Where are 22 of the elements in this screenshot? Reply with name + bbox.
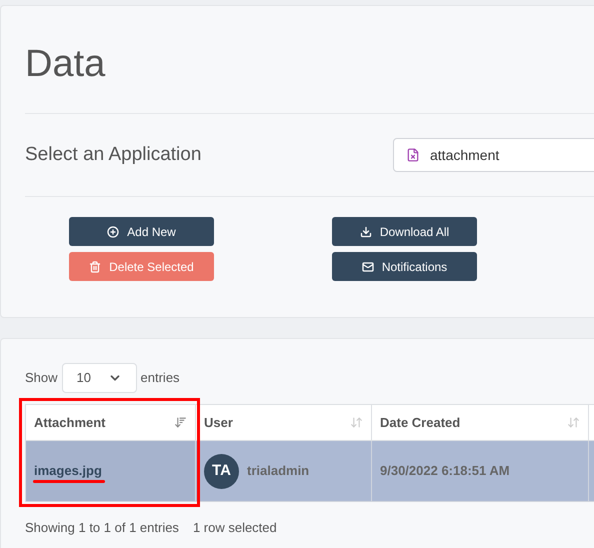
file-icon (406, 148, 420, 162)
show-label: Show (25, 369, 58, 388)
table-row[interactable]: images.jpg TA trialadmin 9/30/2022 6:18:51 AM (25, 441, 594, 502)
page-length-select[interactable]: 10 (62, 363, 137, 393)
delete-icon (89, 260, 102, 272)
underline-mark (33, 480, 105, 483)
table-cell-text: 9/30/2022 6:18:51 AM (380, 462, 510, 480)
application-select[interactable]: attachment (393, 138, 594, 172)
entries-label: entries (140, 369, 180, 388)
add-icon (107, 226, 120, 238)
notify-icon (362, 260, 374, 272)
attachment-link[interactable]: images.jpg (34, 461, 102, 481)
selection-info: 1 row selected (192, 519, 277, 537)
action-button[interactable]: Download All (332, 217, 477, 246)
table-cell-text: trialadmin (247, 462, 310, 480)
download-icon (360, 226, 372, 238)
action-button[interactable]: Add New (69, 217, 214, 246)
action-button[interactable]: Notifications (332, 252, 477, 281)
application-label: Select an Application (25, 142, 202, 167)
page-title: Data (25, 6, 594, 114)
user-avatar: TA (204, 454, 239, 488)
table-info: Showing 1 to 1 of 1 entries (25, 519, 179, 537)
